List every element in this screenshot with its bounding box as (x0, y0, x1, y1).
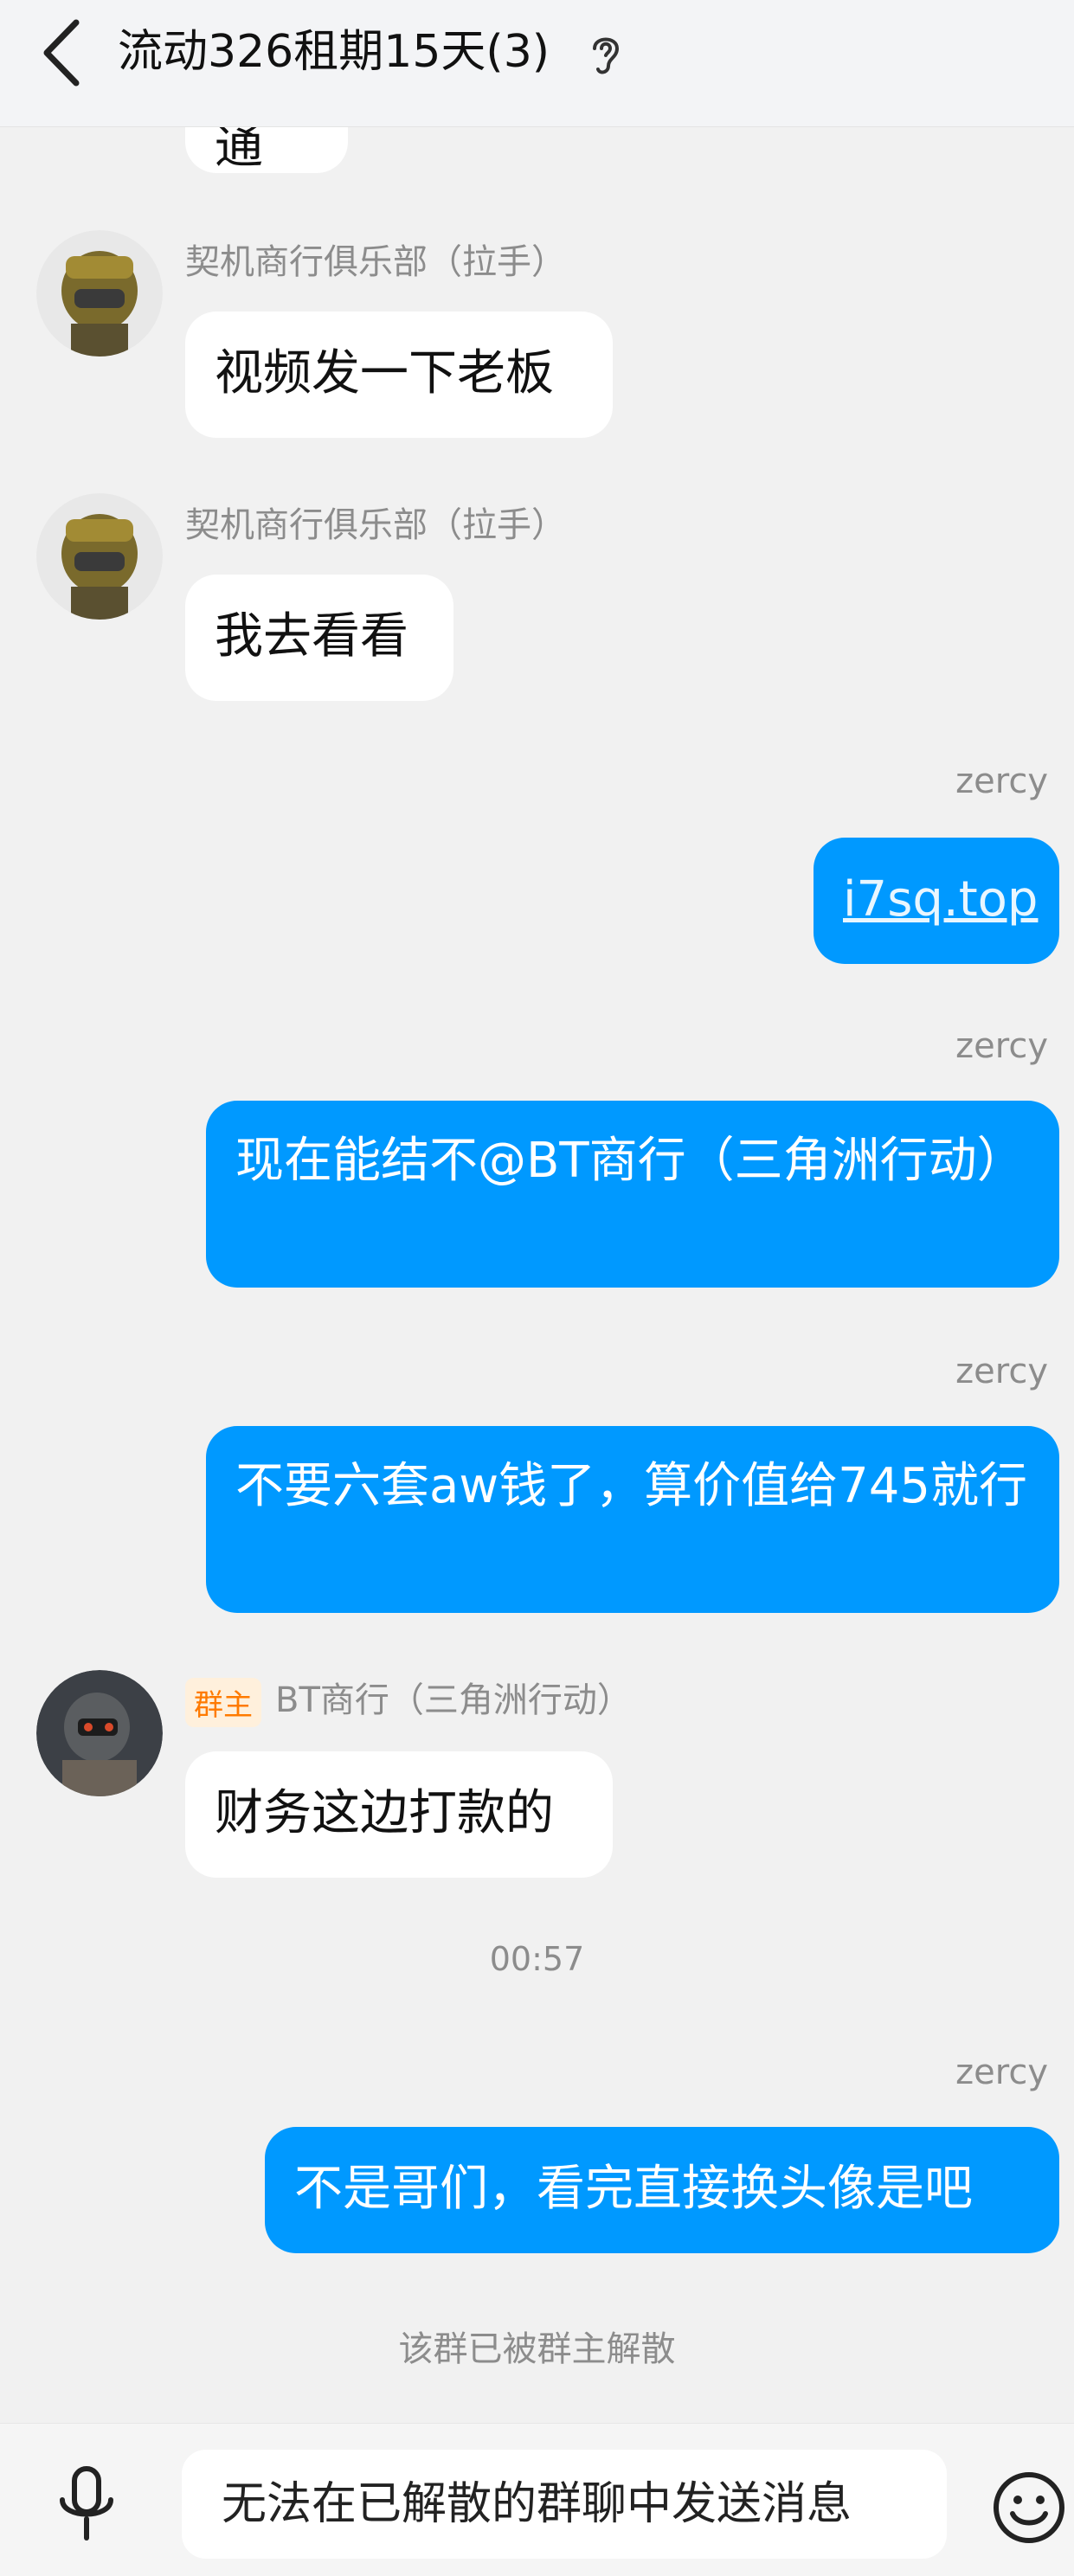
chat-header: 流动326租期15天(3) (0, 0, 1074, 127)
system-notice: 该群已被群主解散 (398, 2329, 676, 2369)
avatar[interactable] (36, 1670, 163, 1796)
group-owner-badge: 群主 (185, 1677, 261, 1727)
sender-name: zercy (955, 2052, 1048, 2092)
back-button[interactable] (31, 14, 100, 92)
message-text: 视频发一下老板 (215, 345, 554, 401)
message-text: 现在能结不@BT商行（三角洲行动） (235, 1133, 1026, 1189)
input-bar: 无法在已解散的群聊中发送消息 (0, 2423, 1074, 2576)
message-link[interactable]: i7sq.top (843, 871, 1038, 928)
message-bubble[interactable]: 我去看看 (185, 575, 453, 701)
message-text: 财务这边打款的 (215, 1785, 554, 1841)
ear-icon[interactable] (584, 29, 627, 78)
avatar[interactable] (36, 230, 163, 357)
message-bubble[interactable]: i7sq.top (814, 838, 1059, 964)
back-arrow-icon (43, 19, 80, 87)
timestamp: 00:57 (489, 1940, 585, 1978)
sender-name: 契机商行俱乐部（拉手） (185, 505, 566, 545)
message-input[interactable]: 无法在已解散的群聊中发送消息 (182, 2450, 947, 2559)
sender-name: zercy (955, 1352, 1048, 1391)
message-bubble[interactable]: 现在能结不@BT商行（三角洲行动） (206, 1101, 1059, 1288)
message-bubble[interactable]: 不是哥们，看完直接换头像是吧 (265, 2127, 1059, 2253)
sender-line: 群主 BT商行（三角洲行动） (185, 1672, 632, 1727)
microphone-icon[interactable] (52, 2465, 121, 2543)
message-text: 不是哥们，看完直接换头像是吧 (294, 2161, 973, 2217)
message-text: 我去看看 (215, 608, 408, 665)
message-bubble[interactable]: 不要六套aw钱了，算价值给745就行 (206, 1426, 1059, 1613)
avatar[interactable] (36, 493, 163, 620)
sender-name: BT商行（三角洲行动） (275, 1680, 632, 1720)
message-bubble[interactable]: 财务这边打款的 (185, 1751, 613, 1878)
chat-title[interactable]: 流动326租期15天(3) (118, 24, 550, 80)
message-text: 不要六套aw钱了，算价值给745就行 (235, 1458, 1028, 1514)
chat-area[interactable]: 一个通 契机商行俱乐部（拉手） 视频发一下老板 契机商行俱乐部（拉手） 我去看看… (0, 0, 1074, 2423)
sender-name: zercy (955, 1026, 1048, 1066)
sender-name: zercy (955, 761, 1048, 801)
message-bubble[interactable]: 视频发一下老板 (185, 312, 613, 438)
emoji-icon[interactable] (990, 2469, 1068, 2547)
sender-name: 契机商行俱乐部（拉手） (185, 242, 566, 282)
